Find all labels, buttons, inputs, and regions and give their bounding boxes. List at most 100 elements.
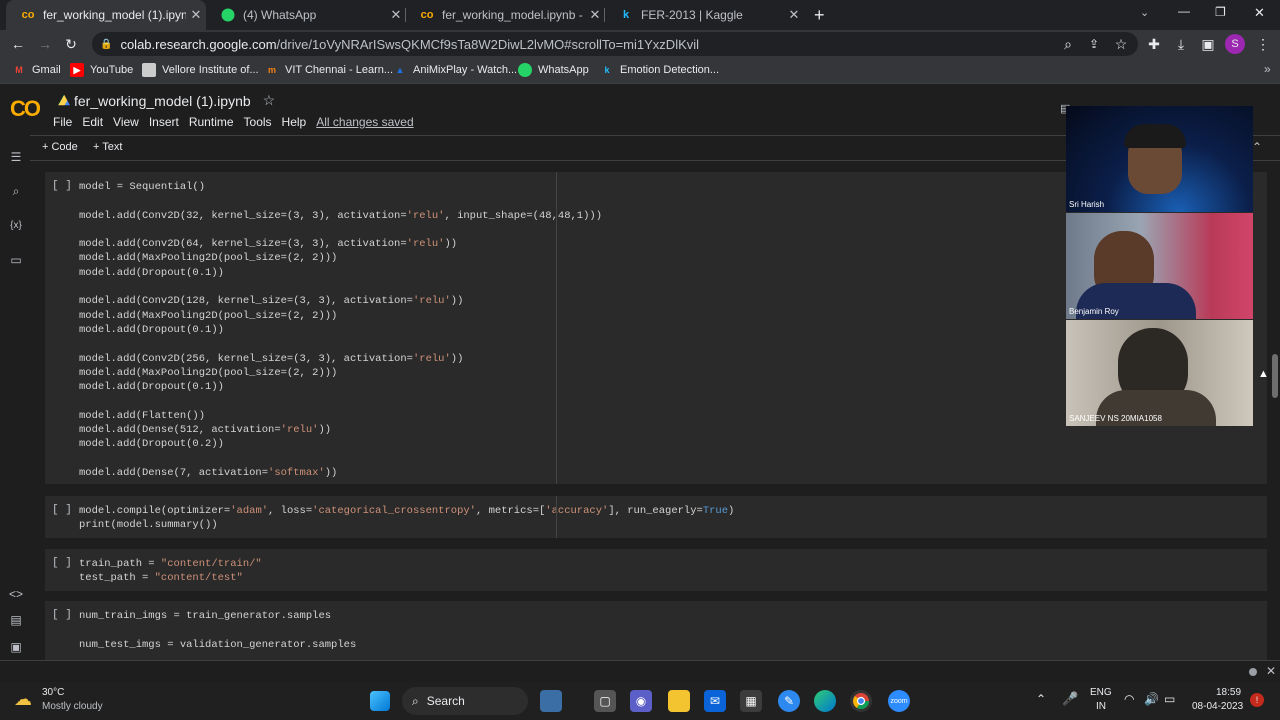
side-panel-icon[interactable]: ▣	[1198, 34, 1218, 54]
chrome-icon[interactable]	[850, 690, 872, 712]
tray-overflow-icon[interactable]: ⌃	[1036, 692, 1046, 706]
code-line[interactable]: model.add(Conv2D(256, kernel_size=(3, 3)…	[79, 352, 602, 366]
variables-icon[interactable]: {x}	[8, 217, 24, 233]
calculator-icon[interactable]: ▦	[740, 690, 762, 712]
command-palette-icon[interactable]: ▤	[8, 612, 24, 628]
code-line[interactable]	[79, 394, 602, 408]
profile-avatar[interactable]: S	[1225, 34, 1245, 54]
new-tab-button[interactable]: +	[814, 5, 825, 26]
code-line[interactable]: model.add(Dropout(0.2))	[79, 437, 602, 451]
teams-chat-icon[interactable]: ◉	[630, 690, 652, 712]
code-line[interactable]: model.add(Dropout(0.1))	[79, 380, 602, 394]
code-line[interactable]: model.add(MaxPooling2D(pool_size=(2, 2))…	[79, 366, 602, 380]
search-highlight-icon[interactable]	[540, 690, 562, 712]
browser-tab-3[interactable]: co fer_working_model.ipynb - Colab ✕	[405, 0, 605, 30]
mail-icon[interactable]: ✉	[704, 690, 726, 712]
zoom-app-icon[interactable]: zoom	[888, 690, 910, 712]
bookmark-gmail[interactable]: M Gmail	[12, 63, 60, 77]
extensions-icon[interactable]: ✚	[1144, 34, 1164, 54]
forward-icon[interactable]: →	[35, 34, 55, 54]
bookmark-youtube[interactable]: ▶ YouTube	[70, 63, 133, 77]
zoom-icon[interactable]: ⌕	[1058, 34, 1078, 54]
volume-icon[interactable]: 🔊	[1144, 692, 1159, 706]
code-line[interactable]	[79, 223, 602, 237]
clock-time[interactable]: 18:59	[1216, 687, 1241, 698]
maximize-button[interactable]: ❐	[1215, 5, 1226, 19]
bookmark-vit-chennai[interactable]: m VIT Chennai - Learn...	[265, 63, 393, 77]
code-snippets-icon[interactable]: <>	[8, 586, 24, 602]
code-line[interactable]: model.add(Conv2D(128, kernel_size=(3, 3)…	[79, 294, 602, 308]
run-cell-button[interactable]: [ ]	[52, 504, 72, 516]
menu-file[interactable]: File	[53, 115, 72, 129]
code-line[interactable]: model.add(Dropout(0.1))	[79, 323, 602, 337]
file-explorer-icon[interactable]	[668, 690, 690, 712]
code-line[interactable]: model.add(Conv2D(64, kernel_size=(3, 3),…	[79, 237, 602, 251]
code-line[interactable]	[79, 194, 602, 208]
participant-video-1[interactable]: Sri Harish	[1066, 106, 1253, 212]
bookmark-emotion-detection[interactable]: k Emotion Detection...	[600, 63, 719, 77]
menu-view[interactable]: View	[113, 115, 139, 129]
code-line[interactable]: model = Sequential()	[79, 180, 602, 194]
code-line[interactable]: test_path = "content/test"	[79, 571, 262, 585]
close-status-icon[interactable]: ✕	[1266, 664, 1276, 678]
menu-insert[interactable]: Insert	[149, 115, 179, 129]
task-view-icon[interactable]: ▢	[594, 690, 616, 712]
tab-search-icon[interactable]: ⌄	[1140, 6, 1149, 19]
menu-edit[interactable]: Edit	[82, 115, 103, 129]
address-bar[interactable]: 🔒 colab.research.google.com /drive/1oVyN…	[92, 32, 1138, 56]
bookmark-animixplay[interactable]: ▲ AniMixPlay - Watch...	[393, 63, 518, 77]
bookmark-whatsapp[interactable]: WhatsApp	[518, 63, 589, 77]
menu-runtime[interactable]: Runtime	[189, 115, 234, 129]
code-line[interactable]: model.add(Dense(512, activation='relu'))	[79, 423, 602, 437]
close-tab-icon[interactable]: ✕	[585, 7, 605, 23]
code-line[interactable]	[79, 452, 602, 466]
participant-video-3[interactable]: SANJEEV NS 20MIA1058	[1066, 320, 1253, 426]
close-tab-icon[interactable]: ✕	[784, 7, 804, 23]
code-cell-paths[interactable]: [ ] train_path = "content/train/" test_pa…	[45, 549, 1267, 591]
add-text-button[interactable]: + Text	[93, 141, 122, 153]
menu-tools[interactable]: Tools	[244, 115, 272, 129]
clock-date[interactable]: 08-04-2023	[1192, 701, 1243, 712]
code-editor[interactable]: train_path = "content/train/" test_path =…	[79, 557, 262, 586]
browser-tab-4[interactable]: k FER-2013 | Kaggle ✕	[604, 0, 804, 30]
participant-video-2[interactable]: Benjamin Roy	[1066, 213, 1253, 319]
code-line[interactable]: num_test_imgs = validation_generator.sam…	[79, 638, 356, 652]
bookmark-star-icon[interactable]: ☆	[1111, 34, 1131, 54]
run-cell-button[interactable]: [ ]	[52, 557, 72, 569]
code-line[interactable]: train_path = "content/train/"	[79, 557, 262, 571]
notification-icon[interactable]: !	[1250, 693, 1264, 707]
save-status[interactable]: All changes saved	[316, 115, 413, 129]
code-line[interactable]: model.add(Dropout(0.1))	[79, 266, 602, 280]
region-indicator[interactable]: IN	[1096, 701, 1106, 712]
code-line[interactable]	[79, 280, 602, 294]
close-window-button[interactable]: ✕	[1254, 5, 1265, 21]
code-cell-samples[interactable]: [ ] num_train_imgs = train_generator.sam…	[45, 601, 1267, 660]
browser-tab-1[interactable]: co fer_working_model (1).ipynb - Co ✕	[6, 0, 206, 30]
wifi-icon[interactable]: ◠	[1124, 692, 1134, 706]
code-line[interactable]: model.compile(optimizer='adam', loss='ca…	[79, 504, 734, 518]
taskbar-search[interactable]: ⌕ Search	[402, 687, 528, 715]
code-line[interactable]	[79, 623, 356, 637]
weather-temp[interactable]: 30°C	[42, 687, 64, 698]
share-icon[interactable]: ⇪	[1084, 34, 1104, 54]
bookmark-vit[interactable]: Vellore Institute of...	[142, 63, 259, 77]
code-editor[interactable]: model = Sequential() model.add(Conv2D(32…	[79, 180, 602, 480]
code-line[interactable]: model.add(MaxPooling2D(pool_size=(2, 2))…	[79, 309, 602, 323]
code-line[interactable]: model.add(Flatten())	[79, 409, 602, 423]
notebook-title[interactable]: fer_working_model (1).ipynb	[74, 93, 251, 109]
app-icon[interactable]: ✎	[778, 690, 800, 712]
menu-help[interactable]: Help	[282, 115, 307, 129]
run-cell-button[interactable]: [ ]	[52, 180, 72, 192]
code-line[interactable]	[79, 337, 602, 351]
code-line[interactable]: model.add(Dense(7, activation='softmax')…	[79, 466, 602, 480]
weather-condition[interactable]: Mostly cloudy	[42, 701, 103, 712]
windows-start-icon[interactable]	[370, 691, 390, 711]
weather-icon[interactable]: ☁	[14, 689, 32, 710]
files-icon[interactable]: ▭	[8, 252, 24, 268]
browser-tab-2[interactable]: (4) WhatsApp ✕	[206, 0, 406, 30]
terminal-icon[interactable]: ▣	[8, 639, 24, 655]
close-tab-icon[interactable]: ✕	[386, 7, 406, 23]
code-cell-compile[interactable]: [ ] model.compile(optimizer='adam', loss…	[45, 496, 1267, 538]
table-of-contents-icon[interactable]: ☰	[8, 149, 24, 165]
code-editor[interactable]: num_train_imgs = train_generator.samples…	[79, 609, 356, 652]
